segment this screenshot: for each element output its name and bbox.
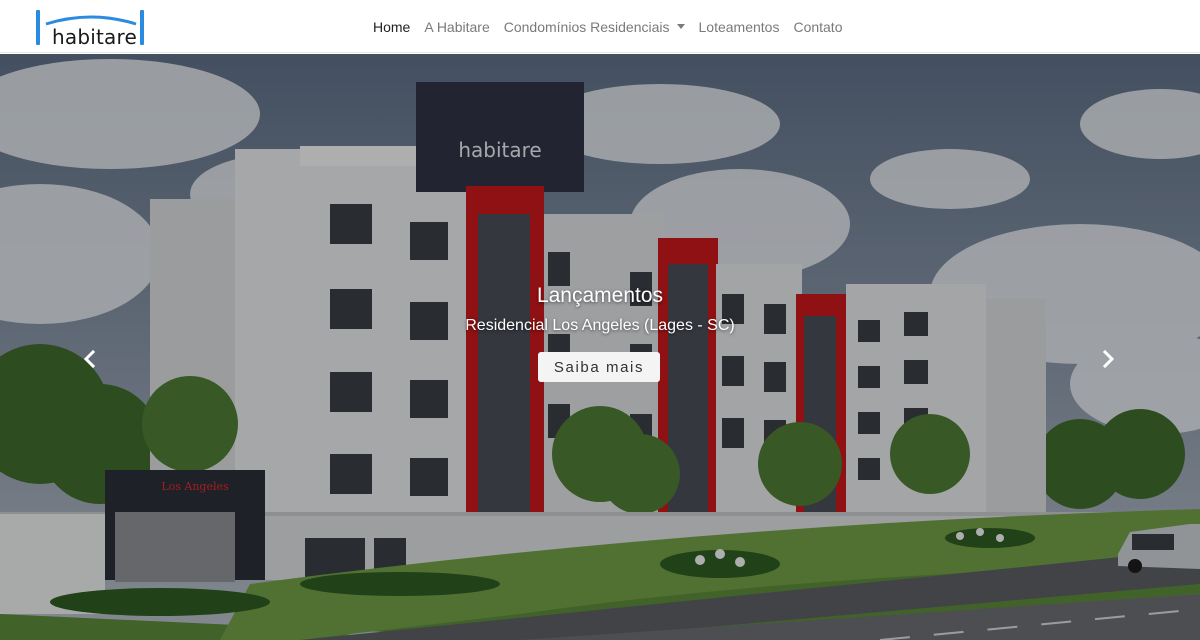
logo-wordmark: habitare [52,25,137,49]
nav-condominios-residenciais[interactable]: Condomínios Residenciais [497,19,692,35]
nav-a-habitare[interactable]: A Habitare [417,19,496,35]
slide-overlay [0,54,1200,640]
main-nav: Home A Habitare Condomínios Residenciais… [366,0,850,53]
carousel-next-button[interactable] [1096,347,1120,371]
slide-title: Lançamentos [536,284,664,307]
logo-arc-icon [45,15,137,26]
carousel-prev-button[interactable] [78,347,102,371]
logo-right-bar [140,10,144,45]
caret-down-icon [676,24,685,29]
slide-caption: Lançamentos Residencial Los Angeles (Lag… [300,284,900,335]
top-navbar: habitare Home A Habitare Condomínios Res… [0,0,1200,53]
habitare-logo[interactable]: habitare [36,10,144,49]
logo-left-bar [36,10,40,45]
chevron-left-icon [83,349,96,369]
nav-condominios-label: Condomínios Residenciais [503,18,670,35]
nav-contato[interactable]: Contato [786,19,849,35]
nav-loteamentos[interactable]: Loteamentos [692,19,787,35]
slide-subtitle: Residencial Los Angeles (Lages - SC) [465,317,735,334]
saiba-mais-button[interactable]: Saiba mais [538,352,660,382]
chevron-right-icon [1102,349,1115,369]
nav-home[interactable]: Home [366,19,417,35]
hero-carousel: habitare Los Angeles Lançamentos Residen… [0,54,1200,640]
